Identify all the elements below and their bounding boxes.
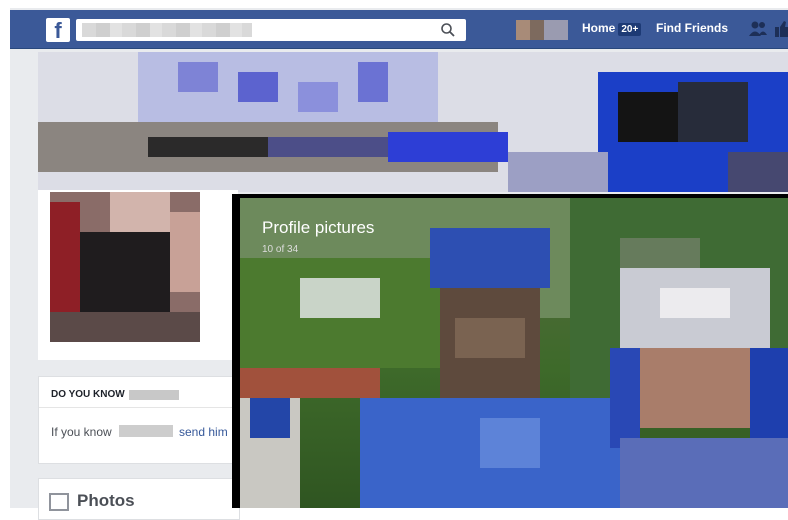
search-text-redacted <box>82 23 252 37</box>
photo-position: 10 of 34 <box>262 244 299 255</box>
album-title[interactable]: Profile pictures <box>262 218 374 238</box>
home-count-badge: 20+ <box>618 23 642 36</box>
do-you-know-card: DO YOU KNOW If you know send him <box>38 376 240 464</box>
top-navigation-bar: f Home 20+ Find Friends <box>10 10 788 49</box>
name-redacted-inline <box>119 425 173 437</box>
facebook-logo-icon[interactable]: f <box>46 18 70 43</box>
user-avatar[interactable] <box>516 20 568 40</box>
send-friend-request-link[interactable]: send him <box>179 425 228 439</box>
cover-photo[interactable] <box>38 52 788 192</box>
friend-requests-icon[interactable] <box>748 20 768 38</box>
name-redacted <box>129 390 179 400</box>
viewer-photo[interactable] <box>240 198 788 508</box>
profile-picture[interactable] <box>50 192 200 342</box>
do-you-know-text: If you know <box>51 425 112 439</box>
nav-home-label: Home <box>582 21 616 35</box>
photos-heading[interactable]: Photos <box>77 491 135 511</box>
photos-icon <box>49 493 69 511</box>
nav-find-friends-link[interactable]: Find Friends <box>656 21 728 35</box>
thumbs-up-icon[interactable] <box>774 20 788 38</box>
do-you-know-title: DO YOU KNOW <box>51 389 125 400</box>
photo-viewer[interactable]: Profile pictures 10 of 34 <box>232 194 788 508</box>
search-input[interactable] <box>76 19 466 41</box>
nav-home-link[interactable]: Home 20+ <box>582 21 642 36</box>
photos-card[interactable]: Photos <box>38 478 240 520</box>
search-icon[interactable] <box>440 22 456 38</box>
card-divider <box>39 407 239 408</box>
